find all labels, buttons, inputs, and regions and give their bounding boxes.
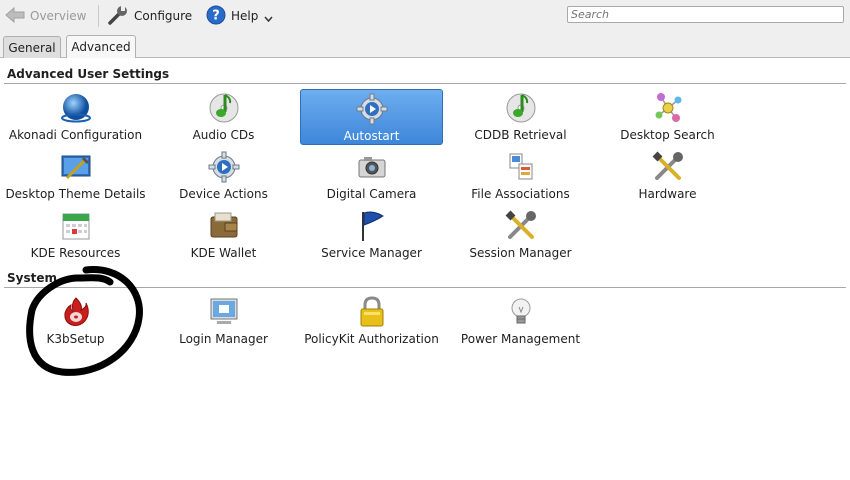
- module-label: Service Manager: [321, 246, 422, 260]
- k3b-flame-icon: [59, 295, 93, 329]
- module-cddb-retrieval[interactable]: CDDB Retrieval: [449, 89, 592, 145]
- configure-label: Configure: [134, 9, 193, 23]
- module-file-associations[interactable]: File Associations: [449, 148, 592, 204]
- lightbulb-icon: [504, 295, 538, 329]
- tab-bar: General Advanced: [0, 32, 850, 58]
- module-k3bsetup[interactable]: K3bSetup: [4, 293, 147, 349]
- help-button[interactable]: ? Help: [206, 4, 273, 28]
- module-desktop-search[interactable]: Desktop Search: [596, 89, 739, 145]
- overview-label: Overview: [30, 9, 87, 23]
- module-desktop-theme-details[interactable]: Desktop Theme Details: [4, 148, 147, 204]
- camera-icon: [355, 150, 389, 184]
- module-label: Device Actions: [179, 187, 268, 201]
- file-associations-icon: [504, 150, 538, 184]
- module-policykit-authorization[interactable]: PolicyKit Authorization: [300, 293, 443, 349]
- padlock-icon: [355, 295, 389, 329]
- module-audio-cds[interactable]: Audio CDs: [152, 89, 295, 145]
- module-kde-wallet[interactable]: KDE Wallet: [152, 207, 295, 263]
- module-label: Audio CDs: [192, 128, 255, 142]
- module-login-manager[interactable]: Login Manager: [152, 293, 295, 349]
- audio-cd-icon: [207, 91, 241, 125]
- section-title-advanced: Advanced User Settings: [7, 67, 170, 81]
- module-label: KDE Resources: [30, 246, 121, 260]
- module-device-actions[interactable]: Device Actions: [152, 148, 295, 204]
- module-label: Power Management: [460, 332, 581, 346]
- section-divider: [4, 83, 846, 84]
- overview-button[interactable]: Overview: [5, 4, 87, 28]
- module-label: Desktop Theme Details: [5, 187, 146, 201]
- module-label: File Associations: [471, 187, 570, 201]
- toolbar-separator: [98, 5, 99, 27]
- module-service-manager[interactable]: Service Manager: [300, 207, 443, 263]
- module-power-management[interactable]: Power Management: [449, 293, 592, 349]
- session-tools-icon: [504, 209, 538, 243]
- module-label: Desktop Search: [620, 128, 715, 142]
- module-akonadi-configuration[interactable]: Akonadi Configuration: [4, 89, 147, 145]
- hardware-icon: [651, 150, 685, 184]
- section-divider: [4, 287, 846, 288]
- tab-advanced[interactable]: Advanced: [66, 35, 136, 58]
- tab-advanced-label: Advanced: [71, 40, 131, 54]
- login-monitor-icon: [207, 295, 241, 329]
- help-icon: ?: [206, 5, 226, 28]
- section-title-system: System: [7, 271, 57, 285]
- flag-icon: [355, 209, 389, 243]
- module-autostart[interactable]: Autostart: [300, 89, 443, 145]
- module-label: Autostart: [343, 129, 400, 143]
- back-arrow-icon: [5, 6, 25, 27]
- configure-button[interactable]: Configure: [107, 4, 192, 28]
- device-actions-icon: [207, 150, 241, 184]
- autostart-gear-icon: [355, 92, 389, 126]
- search-input[interactable]: [567, 6, 844, 23]
- module-hardware[interactable]: Hardware: [596, 148, 739, 204]
- module-label: Session Manager: [469, 246, 572, 260]
- desktop-search-icon: [651, 91, 685, 125]
- module-label: KDE Wallet: [190, 246, 257, 260]
- module-digital-camera[interactable]: Digital Camera: [300, 148, 443, 204]
- module-label: CDDB Retrieval: [474, 128, 567, 142]
- desktop-theme-icon: [59, 150, 93, 184]
- module-label: Digital Camera: [326, 187, 417, 201]
- module-kde-resources[interactable]: KDE Resources: [4, 207, 147, 263]
- toolbar: Overview Configure ? Help: [0, 0, 850, 32]
- chevron-down-icon: [264, 12, 273, 26]
- cddb-icon: [504, 91, 538, 125]
- module-label: PolicyKit Authorization: [304, 332, 439, 346]
- module-label: Login Manager: [179, 332, 268, 346]
- module-label: Akonadi Configuration: [8, 128, 143, 142]
- svg-text:?: ?: [212, 8, 220, 23]
- wrench-icon: [107, 4, 129, 29]
- help-label: Help: [231, 9, 259, 23]
- tab-general[interactable]: General: [3, 36, 61, 58]
- tab-general-label: General: [8, 40, 56, 55]
- module-label: K3bSetup: [46, 332, 105, 346]
- module-session-manager[interactable]: Session Manager: [449, 207, 592, 263]
- akonadi-icon: [59, 91, 93, 125]
- wallet-icon: [207, 209, 241, 243]
- module-label: Hardware: [638, 187, 697, 201]
- calendar-icon: [59, 209, 93, 243]
